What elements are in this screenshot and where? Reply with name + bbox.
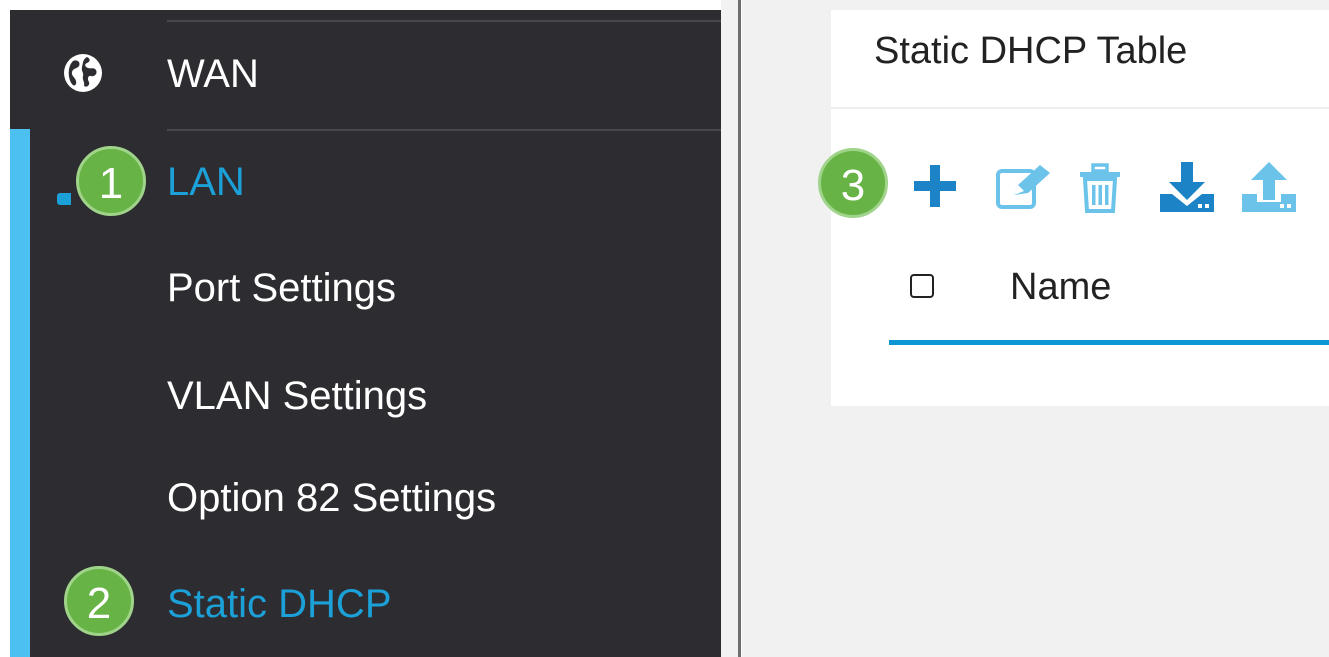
delete-icon[interactable] bbox=[1078, 163, 1122, 215]
add-icon[interactable] bbox=[912, 163, 958, 209]
sidebar-item-lan[interactable]: LAN bbox=[167, 158, 245, 206]
lan-icon bbox=[57, 193, 71, 205]
edit-icon[interactable] bbox=[994, 163, 1054, 213]
pane-separator[interactable] bbox=[721, 0, 741, 657]
sidebar: WAN LAN Port Settings VLAN Settings Opti… bbox=[10, 10, 721, 657]
globe-icon bbox=[64, 54, 102, 92]
sidebar-divider bbox=[167, 129, 721, 131]
select-all-checkbox[interactable] bbox=[910, 274, 934, 298]
column-header-name[interactable]: Name bbox=[1010, 264, 1111, 310]
sidebar-item-vlan-settings[interactable]: VLAN Settings bbox=[167, 372, 427, 420]
title-divider bbox=[831, 107, 1329, 109]
export-icon[interactable] bbox=[1240, 160, 1298, 214]
sidebar-active-indicator bbox=[10, 129, 30, 657]
callout-2: 2 bbox=[64, 566, 134, 636]
sidebar-item-static-dhcp[interactable]: Static DHCP bbox=[167, 580, 392, 628]
sidebar-item-wan[interactable]: WAN bbox=[167, 50, 259, 98]
sidebar-divider bbox=[167, 20, 721, 22]
import-icon[interactable] bbox=[1158, 160, 1216, 214]
sidebar-item-option-82-settings[interactable]: Option 82 Settings bbox=[167, 474, 496, 522]
page: WAN LAN Port Settings VLAN Settings Opti… bbox=[0, 0, 1329, 657]
page-title: Static DHCP Table bbox=[874, 30, 1188, 72]
callout-1: 1 bbox=[76, 146, 146, 216]
callout-3: 3 bbox=[818, 148, 888, 218]
sidebar-item-port-settings[interactable]: Port Settings bbox=[167, 264, 396, 312]
table-header-underline bbox=[889, 340, 1329, 345]
